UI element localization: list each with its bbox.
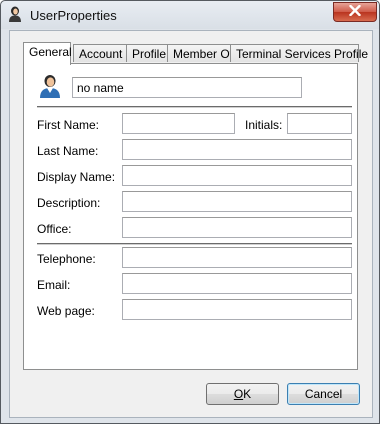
initials-field[interactable] [287, 113, 352, 134]
user-properties-window: UserProperties General Account Profile M… [0, 0, 380, 424]
window-title: UserProperties [30, 8, 117, 23]
tab-label: Account [79, 47, 123, 61]
ok-mnemonic: O [233, 387, 244, 401]
user-icon [8, 6, 22, 22]
web-page-label: Web page: [37, 304, 95, 318]
tab-label: Member Of [173, 47, 234, 61]
telephone-label: Telephone: [37, 252, 96, 266]
tab-label: General [29, 45, 72, 59]
tab-label: Terminal Services Profile [236, 47, 369, 61]
tab-account[interactable]: Account [73, 44, 127, 62]
description-label: Description: [37, 196, 101, 210]
tab-label: Profile [132, 47, 167, 61]
display-name-label: Display Name: [37, 170, 116, 184]
web-page-field[interactable] [122, 299, 352, 320]
cancel-button[interactable]: Cancel [287, 383, 360, 405]
tab-member-of[interactable]: Member Of [167, 44, 234, 62]
first-name-label: First Name: [37, 118, 100, 132]
cancel-label: Cancel [304, 387, 343, 401]
office-field[interactable] [122, 217, 352, 238]
description-field[interactable] [122, 191, 352, 212]
ok-button[interactable]: OK [206, 383, 279, 405]
first-name-field[interactable] [122, 113, 235, 134]
dialog-client-area: General Account Profile Member Of Termin… [9, 30, 373, 418]
office-label: Office: [37, 222, 72, 236]
separator [37, 243, 352, 245]
display-name-field[interactable] [122, 165, 352, 186]
ok-label: K [243, 387, 252, 401]
title-bar[interactable]: UserProperties [1, 1, 379, 29]
tab-terminal-services-profile[interactable]: Terminal Services Profile [230, 44, 368, 62]
telephone-field[interactable] [122, 247, 352, 268]
user-icon [37, 72, 63, 98]
user-name-field[interactable] [72, 77, 302, 98]
last-name-field[interactable] [122, 139, 352, 160]
tab-general[interactable]: General [23, 42, 72, 65]
email-label: Email: [37, 278, 71, 292]
general-tab-panel: First Name: Initials: Last Name: Display… [23, 63, 358, 370]
close-button[interactable] [333, 2, 377, 22]
tab-profile[interactable]: Profile [126, 44, 168, 62]
separator [37, 106, 352, 108]
close-icon [349, 4, 361, 19]
email-field[interactable] [122, 273, 352, 294]
last-name-label: Last Name: [37, 144, 99, 158]
initials-label: Initials: [245, 118, 283, 132]
